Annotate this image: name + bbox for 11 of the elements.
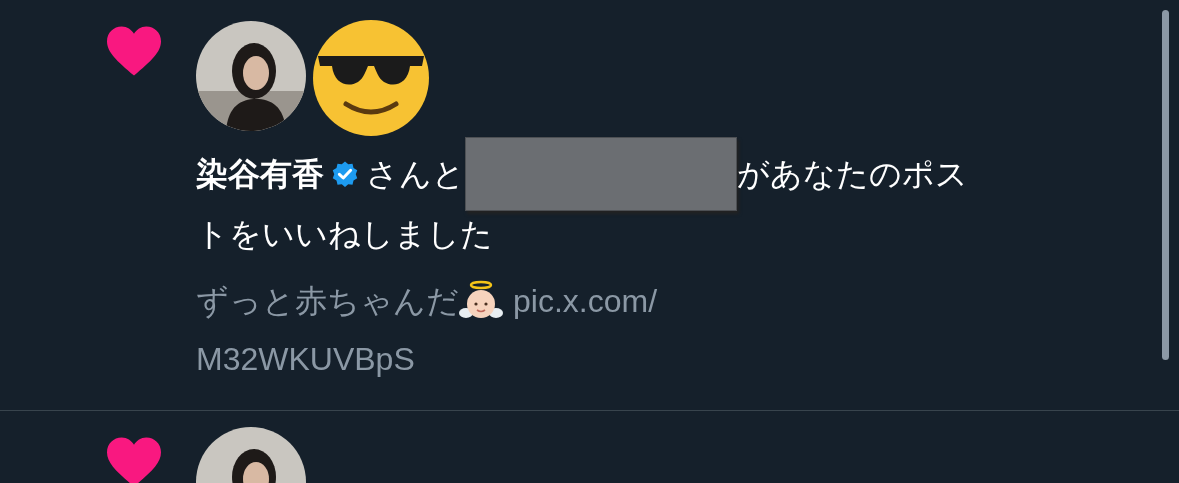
heart-icon [104, 24, 164, 78]
heart-icon [104, 435, 164, 483]
post-link[interactable]: pic.x.com/ [513, 272, 658, 330]
scrollbar[interactable] [1162, 10, 1169, 360]
user-name[interactable]: 染谷有香 [196, 144, 324, 204]
notification-text: さんと [366, 155, 465, 194]
post-text: ずっと赤ちゃんだ [196, 282, 459, 321]
verified-badge-icon [330, 159, 360, 189]
notification-text: があなたのポス [737, 155, 968, 194]
post-link[interactable]: M32WKUVBpS [196, 330, 415, 388]
notification-text: トをいいねしました [196, 215, 493, 254]
